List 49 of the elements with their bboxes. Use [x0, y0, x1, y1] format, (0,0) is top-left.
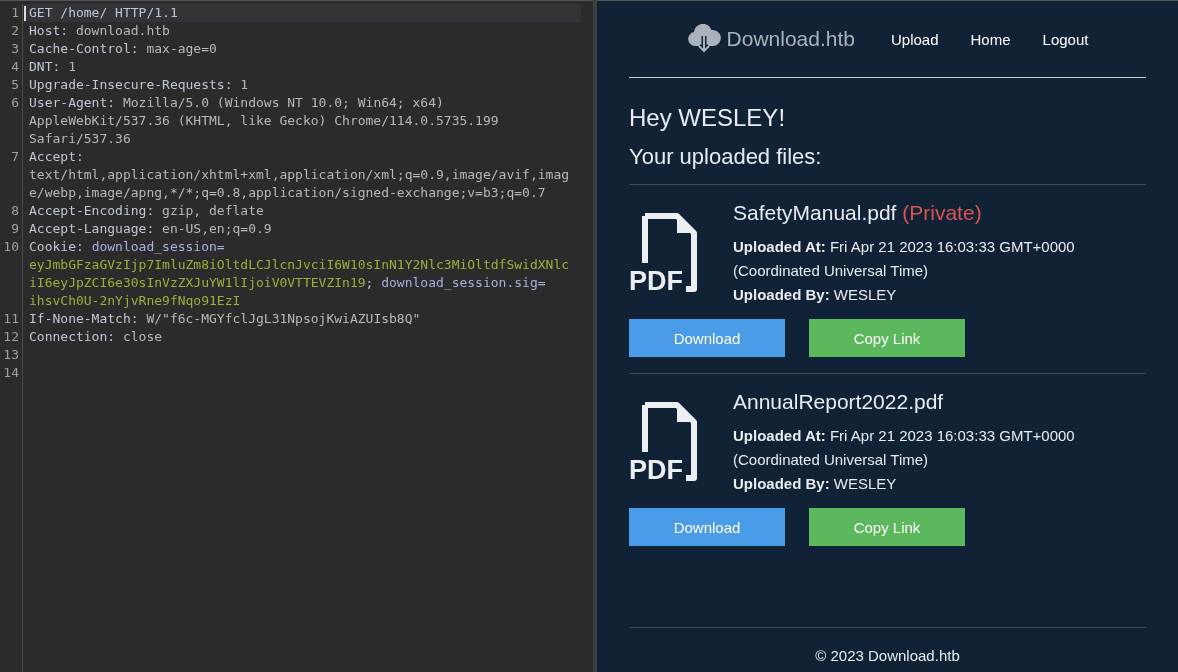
brand-name[interactable]: Download.htb: [726, 27, 855, 51]
code-line: text/html,application/xhtml+xml,application/xml;q=0.9,image/avif,imag: [29, 167, 570, 182]
code-line: GET /home/ HTTP/1.1: [29, 5, 178, 20]
code-line: User-Agent: Mozilla/5.0 (Windows NT 10.0; Win64; x64): [29, 95, 444, 110]
line-number: 4: [11, 59, 19, 74]
upload-date: Uploaded At: Fri Apr 21 2023 16:03:33 GMT+0000 (Coordinated Universal Time): [733, 237, 1076, 281]
code-line: Connection: close: [29, 329, 163, 344]
nav-link[interactable]: Upload: [891, 30, 939, 48]
code-line: Host: download.htb: [29, 23, 170, 38]
line-number: 13: [3, 347, 19, 362]
file-name: SafetyManual.pdf: [733, 201, 897, 224]
line-number: 12: [3, 329, 19, 344]
cloud-download-icon: [686, 24, 721, 54]
file-name: AnnualReport2022.pdf: [733, 390, 944, 413]
code-line: DNT: 1: [29, 59, 76, 74]
nav-link[interactable]: Logout: [1042, 30, 1089, 48]
text-cursor: [24, 6, 26, 21]
line-number: 8: [11, 203, 19, 218]
line-number: 3: [11, 41, 19, 56]
code-line: Cookie: download_session=: [29, 239, 225, 254]
code-line: If-None-Match: W/"f6c-MGYfclJgL31NpsojKwiAZUIsb8Q": [29, 311, 421, 326]
code-line: Accept-Language: en-US,en;q=0.9: [29, 221, 272, 236]
code-line: Accept-Encoding: gzip, deflate: [29, 203, 264, 218]
line-number: 2: [11, 23, 19, 38]
uploader: Uploaded By: WESLEY: [733, 285, 898, 305]
uploader: Uploaded By: WESLEY: [733, 474, 898, 494]
line-number: 7: [11, 149, 19, 164]
code-line: Accept:: [29, 149, 84, 164]
line-number: 10: [3, 239, 19, 254]
line-number: 6: [11, 95, 19, 110]
code-line: eyJmbGFzaGVzIjp7ImluZm8iOltdLCJlcnJvciI6W10sInN1Y2Nlc3MiOltdfSwidXNlc: [29, 257, 570, 272]
line-number: 9: [11, 221, 19, 236]
line-number: 1: [11, 5, 19, 20]
code-line: Safari/537.36: [29, 131, 131, 146]
nav-link[interactable]: Home: [970, 30, 1011, 48]
line-number: 5: [11, 77, 19, 92]
code-line: e/webp,image/apng,*/*;q=0.8,application/signed-exchange;v=b3;q=0.7: [29, 185, 546, 200]
line-number: 11: [3, 311, 19, 326]
private-label: (Private): [902, 201, 982, 224]
code-line: AppleWebKit/537.36 (KHTML, like Gecko) Chrome/114.0.5735.199: [29, 113, 499, 128]
upload-date: Uploaded At: Fri Apr 21 2023 16:03:33 GMT+0000 (Coordinated Universal Time): [733, 426, 1076, 470]
code-line: iI6eyJpZCI6e30sInVzZXJuYW1lIjoiV0VTTEVZIn19; download_session.sig=: [29, 275, 546, 290]
section-heading: Your uploaded files:: [629, 144, 823, 170]
footer-text: © 2023 Download.htb: [815, 647, 960, 664]
code-line: Upgrade-Insecure-Requests: 1: [29, 77, 249, 92]
code-line: Cache-Control: max-age=0: [29, 41, 217, 56]
line-number: 14: [3, 365, 19, 380]
code-line: ihsvCh0U-2nYjvRne9fNqo91EzI: [29, 293, 241, 308]
greeting: Hey WESLEY!: [629, 104, 787, 132]
